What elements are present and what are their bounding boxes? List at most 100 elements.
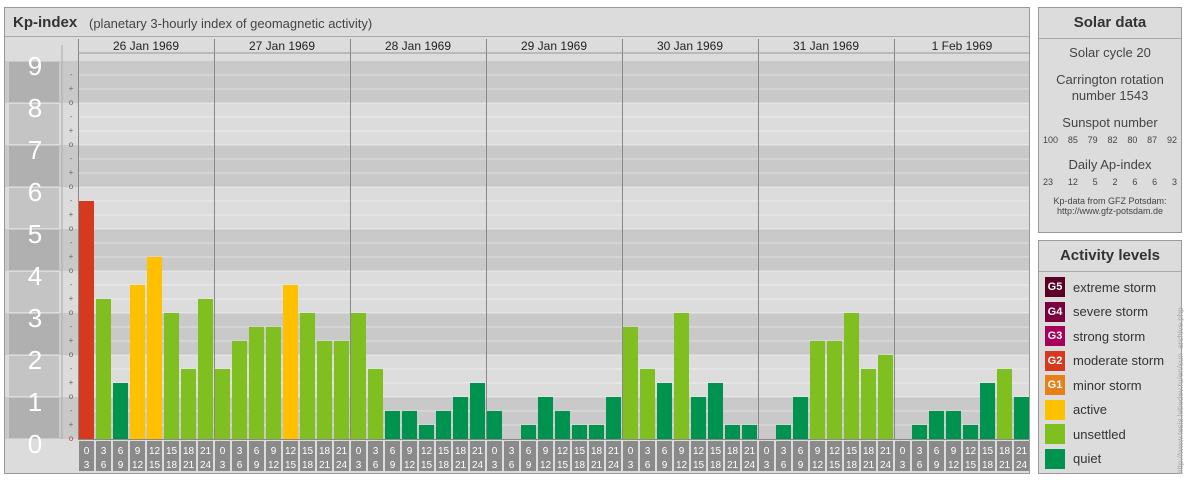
interval-end-label: 21 [863,460,875,471]
interval-start-label: 21 [744,446,756,457]
kp-bar [640,368,655,439]
kp-bar [742,425,757,439]
y-tick-label: 2 [28,345,42,375]
kp-bar [980,383,995,439]
y-tick-label: 4 [28,261,42,291]
interval-end-label: 3 [764,460,770,471]
interval-end-label: 18 [166,460,178,471]
y-subtick-label: o [69,308,74,317]
ap-value: 23 [1043,177,1054,187]
interval-end-label: 18 [438,460,450,471]
chart-subtitle: (planetary 3-hourly index of geomagnetic… [89,16,373,31]
kp-bar [963,425,978,439]
legend-swatch: G4 [1045,301,1065,322]
interval-start-label: 21 [608,446,620,457]
interval-end-label: 9 [254,460,260,471]
legend-item: G1 minor storm [1045,375,1142,395]
interval-end-label: 12 [404,460,416,471]
kp-bar [147,257,162,439]
kp-bar [657,383,672,439]
legend-label: quiet [1073,451,1102,466]
interval-end-label: 9 [118,460,124,471]
chart-title: Kp-index [13,14,78,31]
legend-item: unsettled [1045,424,1126,444]
interval-end-label: 12 [948,460,960,471]
kp-bar [164,313,179,439]
day-label: 28 Jan 1969 [385,39,451,53]
carrington-number: number 1543 [1071,88,1149,103]
interval-end-label: 15 [965,460,977,471]
interval-end-label: 21 [591,460,603,471]
kp-bar [96,299,111,439]
y-subtick-label: - [70,322,73,331]
interval-end-label: 6 [781,460,787,471]
y-subtick-label: o [69,350,74,359]
interval-start-label: 9 [543,446,549,457]
kp-bar [844,313,859,439]
kp-bar [691,397,706,439]
interval-start-label: 3 [373,446,379,457]
y-subtick-label: + [69,84,74,93]
interval-start-label: 18 [727,446,739,457]
interval-start-label: 6 [390,446,396,457]
kp-bar [334,341,349,439]
kp-bar [674,313,689,439]
kp-bar [810,341,825,439]
kp-bar [351,313,366,439]
interval-start-label: 9 [271,446,277,457]
source-watermark: http://www.tesis.lebedev.ru/en/sun_archi… [1176,307,1184,474]
interval-end-label: 12 [540,460,552,471]
kp-bar [572,425,587,439]
interval-end-label: 9 [798,460,804,471]
interval-start-label: 18 [455,446,467,457]
y-subtick-label: + [69,336,74,345]
kp-bar [521,425,536,439]
interval-end-label: 24 [608,460,620,471]
interval-end-label: 3 [356,460,362,471]
interval-end-label: 3 [220,460,226,471]
kp-bar [181,368,196,439]
interval-start-label: 9 [951,446,957,457]
interval-start-label: 18 [319,446,331,457]
kp-band [5,103,1029,145]
interval-start-label: 12 [285,446,297,457]
legend-label: minor storm [1073,377,1142,393]
kp-bar [198,299,213,439]
kp-bar [317,341,332,439]
kp-bar [776,425,791,439]
interval-start-label: 18 [183,446,195,457]
legend-item: G4 severe storm [1045,301,1148,322]
interval-end-label: 6 [509,460,515,471]
ap-heading: Daily Ap-index [1068,157,1152,172]
sunspot-value: 92 [1166,135,1177,145]
interval-end-label: 15 [149,460,161,471]
legend-item: quiet [1045,448,1102,469]
y-tick-label: 5 [28,219,42,249]
y-subtick-label: - [70,280,73,289]
interval-start-label: 18 [863,446,875,457]
interval-end-label: 12 [812,460,824,471]
day-label: 31 Jan 1969 [793,39,859,53]
interval-end-label: 18 [302,460,314,471]
interval-start-label: 12 [829,446,841,457]
interval-end-label: 24 [472,460,484,471]
interval-start-label: 21 [1016,446,1028,457]
kp-band [5,61,1029,103]
credit-link[interactable]: http://www.gfz-potsdam.de [1039,206,1181,216]
activity-levels-panel: Activity levels G5 extreme storm G4 severe … [1038,240,1182,474]
kp-bar [453,397,468,439]
kp-bar [946,410,961,439]
kp-bar [283,284,298,439]
kp-chart: 0123456789o+-o+-o+-o+-o+-o+-o+-o+-o+-26 … [5,39,1029,471]
activity-levels-heading: Activity levels [1039,241,1181,272]
y-subtick-label: + [69,294,74,303]
interval-start-label: 21 [200,446,212,457]
interval-end-label: 24 [1016,460,1028,471]
y-subtick-label: - [70,112,73,121]
interval-end-label: 21 [727,460,739,471]
interval-end-label: 15 [829,460,841,471]
kp-bar [436,410,451,439]
interval-start-label: 3 [781,446,787,457]
interval-start-label: 0 [764,446,770,457]
solar-data-panel: Solar data Solar cycle 20 Carrington rot… [1038,7,1182,233]
